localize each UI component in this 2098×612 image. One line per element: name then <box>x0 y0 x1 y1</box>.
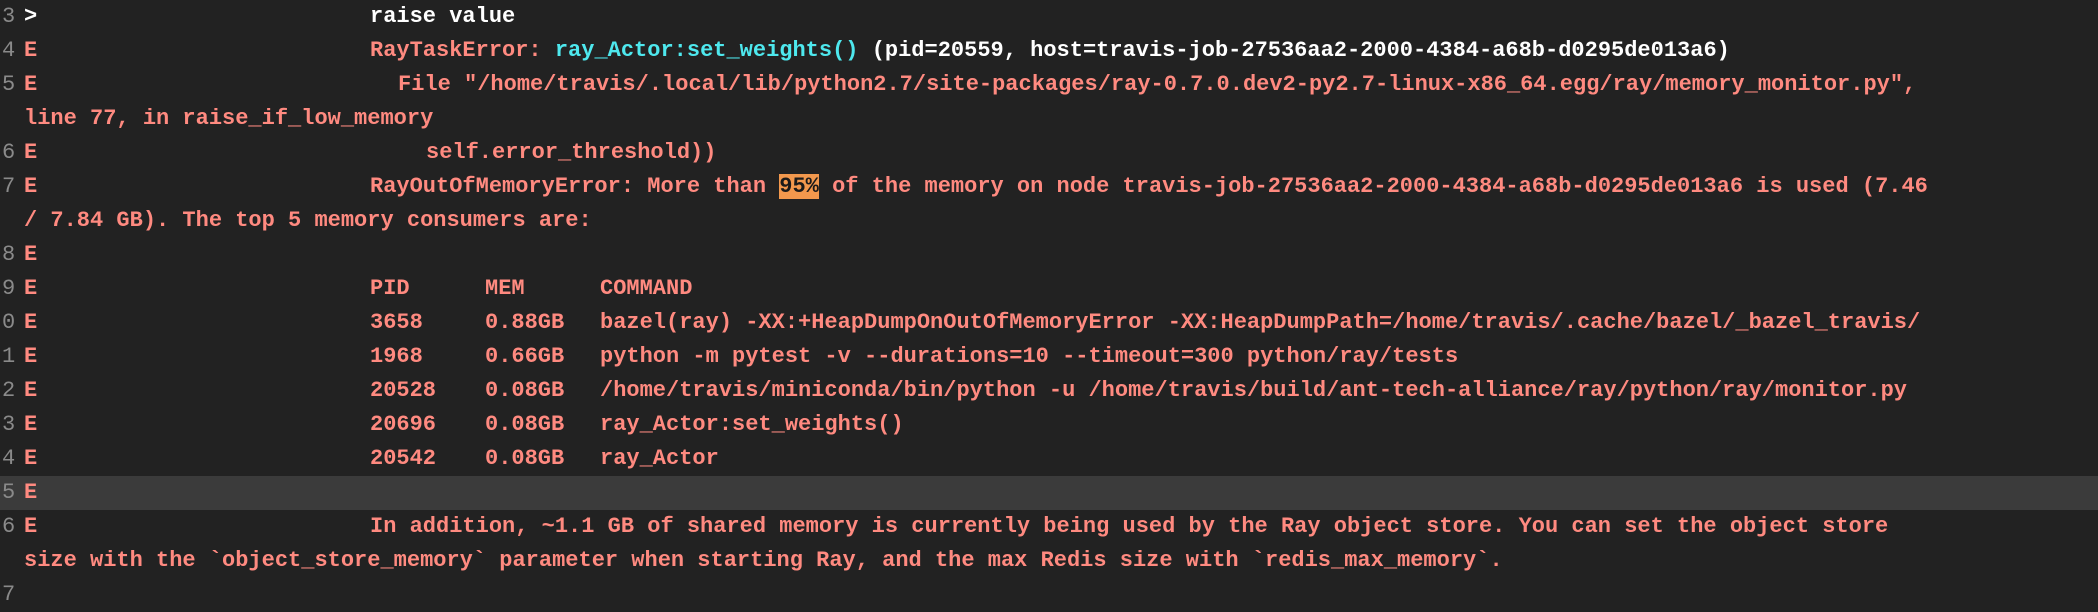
error-type: RayTaskError: <box>370 38 542 63</box>
current-line: 5 E <box>0 476 2098 510</box>
process-mem: 0.08GB <box>485 412 565 437</box>
oom-error-rest: of the memory on node travis-job-27536aa… <box>818 174 1928 199</box>
log-line: 6 Eself.error_threshold)) <box>0 136 2098 170</box>
line-marker: > <box>24 4 38 29</box>
traceback-location: line 77, in raise_if_low_memory <box>24 106 434 131</box>
error-marker: E <box>24 72 38 97</box>
process-pid: 20542 <box>370 446 437 471</box>
column-header-command: COMMAND <box>600 276 693 301</box>
process-row: 4 E 20542 0.08GB ray_Actor <box>0 442 2098 476</box>
error-details: (pid=20559, host=travis-job-27536aa2-200… <box>871 38 1730 63</box>
line-number: 9 <box>2 276 16 301</box>
line-number: 0 <box>2 310 16 335</box>
raise-statement: raise value <box>370 4 516 29</box>
process-pid: 1968 <box>370 344 423 369</box>
error-marker: E <box>24 242 38 267</box>
search-highlight: 95% <box>779 174 819 199</box>
log-line: 7 E RayOutOfMemoryError: More than 95% of… <box>0 170 2098 238</box>
process-pid: 20696 <box>370 412 437 437</box>
line-content: E RayOutOfMemoryError: More than 95% of t… <box>24 170 2098 238</box>
process-command: python -m pytest -v --durations=10 --tim… <box>600 344 1459 369</box>
error-marker: E <box>24 344 38 369</box>
line-content: E 3658 0.88GB bazel(ray) -XX:+HeapDumpOnOut… <box>24 306 2098 340</box>
object-store-note-wrap: size with the `object_store_memory` para… <box>24 548 1503 573</box>
line-number: 2 <box>2 378 16 403</box>
process-row: 3 E 20696 0.08GB ray_Actor:set_weights() <box>0 408 2098 442</box>
error-marker: E <box>24 378 38 403</box>
log-line: 4 E RayTaskError: ray_Actor:set_weights()… <box>0 34 2098 68</box>
object-store-note: In addition, ~1.1 GB of shared memory is… <box>370 514 1889 539</box>
error-marker: E <box>24 310 38 335</box>
traceback-code: self.error_threshold)) <box>426 140 717 165</box>
line-content: Eself.error_threshold)) <box>24 136 2098 170</box>
function-name: ray_Actor:set_weights() <box>554 38 859 63</box>
log-line: 6 E In addition, ~1.1 GB of shared memory… <box>0 510 2098 578</box>
process-mem: 0.08GB <box>485 378 565 403</box>
log-line: 3 > raise value <box>0 0 2098 34</box>
process-row: 1 E 1968 0.66GB python -m pytest -v --durat… <box>0 340 2098 374</box>
log-line: 9 E PID MEM COMMAND <box>0 272 2098 306</box>
log-line: 5 E File "/home/travis/.local/lib/python2… <box>0 68 2098 136</box>
process-command: /home/travis/miniconda/bin/python -u /ho… <box>600 378 1908 403</box>
error-marker: E <box>24 140 38 165</box>
log-line: 8 E <box>0 238 2098 272</box>
line-content: E File "/home/travis/.local/lib/python2.7… <box>24 68 2098 136</box>
process-command: bazel(ray) -XX:+HeapDumpOnOutOfMemoryErr… <box>600 310 1921 335</box>
oom-error-start: RayOutOfMemoryError: More than <box>370 174 780 199</box>
process-command: ray_Actor <box>600 446 719 471</box>
line-content: E <box>24 238 2098 272</box>
error-marker: E <box>24 174 38 199</box>
oom-error-wrap: / 7.84 GB). The top 5 memory consumers a… <box>24 208 592 233</box>
error-marker: E <box>24 38 38 63</box>
process-command: ray_Actor:set_weights() <box>600 412 904 437</box>
line-content: E In addition, ~1.1 GB of shared memory i… <box>24 510 2098 578</box>
line-content: E 20528 0.08GB/home/travis/miniconda/bin/p… <box>24 374 2098 408</box>
line-number: 3 <box>2 412 16 437</box>
line-content: E 20542 0.08GB ray_Actor <box>24 442 2098 476</box>
line-number: 6 <box>2 514 16 539</box>
line-number: 5 <box>2 72 16 97</box>
line-content: E 20696 0.08GB ray_Actor:set_weights() <box>24 408 2098 442</box>
column-header-mem: MEM <box>485 276 525 301</box>
line-number: 7 <box>2 174 16 199</box>
process-mem: 0.88GB <box>485 310 565 335</box>
line-number: 3 <box>2 4 16 29</box>
error-marker: E <box>24 446 38 471</box>
log-line: 7 <box>0 578 2098 612</box>
error-marker: E <box>24 412 38 437</box>
line-content: E RayTaskError: ray_Actor:set_weights() (… <box>24 34 2098 68</box>
line-content: E PID MEM COMMAND <box>24 272 2098 306</box>
line-number: 1 <box>2 344 16 369</box>
line-content: E 1968 0.66GB python -m pytest -v --duratio… <box>24 340 2098 374</box>
line-number: 5 <box>2 480 16 505</box>
error-marker: E <box>24 276 38 301</box>
column-header-pid: PID <box>370 276 410 301</box>
traceback-file: File "/home/travis/.local/lib/python2.7/… <box>398 72 1917 97</box>
process-row: 0 E 3658 0.88GB bazel(ray) -XX:+HeapDumpOnO… <box>0 306 2098 340</box>
line-content: E <box>24 476 2098 510</box>
process-mem: 0.08GB <box>485 446 565 471</box>
process-row: 2 E 20528 0.08GB/home/travis/miniconda/bin… <box>0 374 2098 408</box>
process-pid: 3658 <box>370 310 423 335</box>
process-mem: 0.66GB <box>485 344 565 369</box>
terminal-output: 3 > raise value 4 E RayTaskError: ray_Acto… <box>0 0 2098 607</box>
line-number: 4 <box>2 38 16 63</box>
line-content: > raise value <box>24 0 2098 34</box>
error-marker: E <box>24 480 38 505</box>
process-pid: 20528 <box>370 378 437 403</box>
error-marker: E <box>24 514 38 539</box>
line-number: 7 <box>2 582 16 607</box>
line-number: 4 <box>2 446 16 471</box>
line-number: 6 <box>2 140 16 165</box>
line-number: 8 <box>2 242 16 267</box>
